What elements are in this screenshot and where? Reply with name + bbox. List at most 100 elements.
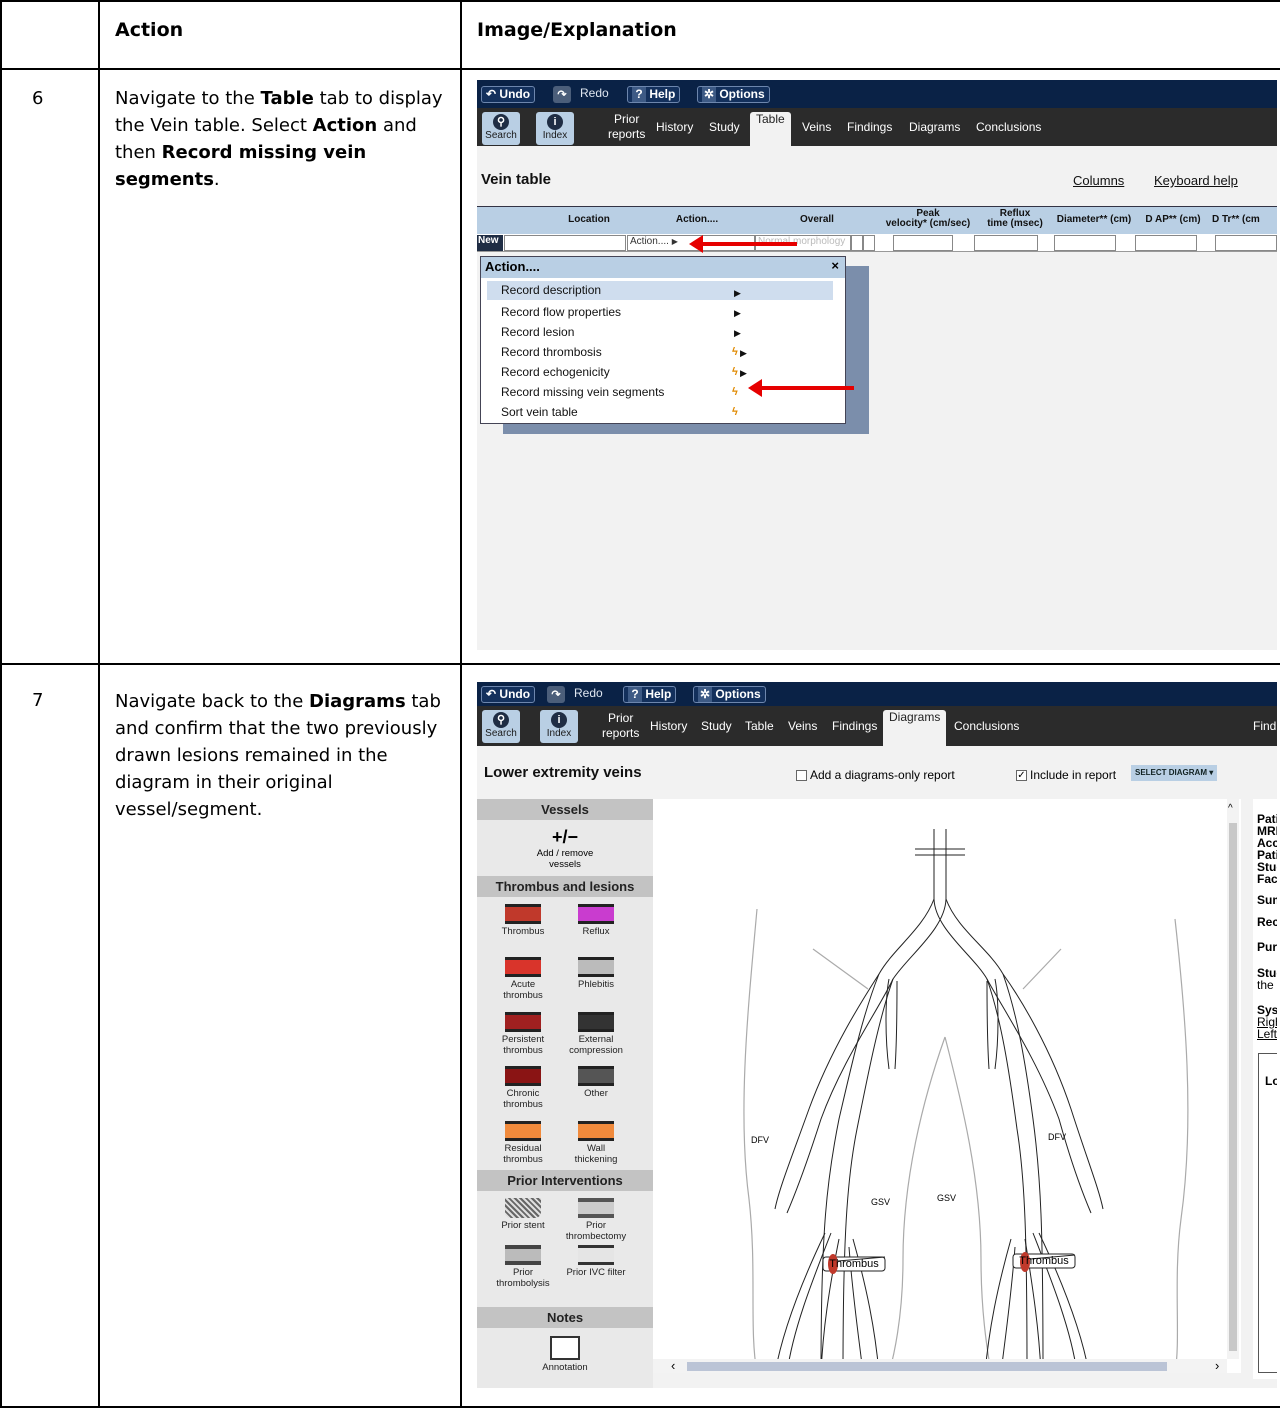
thrombectomy-icon	[578, 1198, 614, 1218]
columns-link[interactable]: Columns	[1073, 173, 1124, 188]
tab-prior-reports[interactable]: Prior reports	[602, 706, 639, 746]
location-input[interactable]	[504, 235, 626, 251]
tab-study[interactable]: Study	[701, 706, 732, 746]
tab-study[interactable]: Study	[709, 108, 740, 146]
column-header[interactable]: D AP** (cm)	[1137, 215, 1209, 225]
lesion-label[interactable]: Thrombus	[824, 1258, 884, 1270]
lesion-tool[interactable]: Residual thrombus	[486, 1121, 560, 1165]
lesion-tool[interactable]: Thrombus	[486, 904, 560, 937]
column-header[interactable]: Location	[539, 215, 639, 225]
vessel-label: DFV	[1048, 1132, 1066, 1142]
gear-icon: ✲	[702, 86, 716, 102]
tab-history[interactable]: History	[656, 108, 693, 146]
step-description: Navigate back to the Diagrams tab and co…	[115, 691, 441, 820]
menu-item-record-flow-properties[interactable]: Record flow properties	[501, 305, 621, 319]
undo-button[interactable]: ↶ Undo	[481, 685, 536, 703]
tab-diagrams[interactable]: Diagrams	[909, 108, 960, 146]
lesion-swatch-icon	[578, 957, 614, 977]
lesion-tool[interactable]: Wall thickening	[559, 1121, 633, 1165]
add-remove-vessels-label[interactable]: Add / remove vessels	[477, 848, 653, 870]
keyboard-help-link[interactable]: Keyboard help	[1154, 173, 1238, 188]
submenu-arrow-icon: ▶	[740, 348, 747, 358]
tab-table[interactable]: Table	[750, 112, 791, 146]
help-button[interactable]: ? Help	[623, 685, 677, 703]
info-icon: i	[547, 114, 563, 130]
menu-item-record-missing-vein-segments[interactable]: Record missing vein segments	[501, 385, 664, 399]
column-header[interactable]: D Tr** (cm	[1212, 215, 1277, 225]
lesion-tool[interactable]: Chronic thrombus	[486, 1066, 560, 1110]
close-icon[interactable]: ×	[831, 258, 839, 273]
column-header[interactable]: Action....	[657, 215, 737, 225]
d-tr-input[interactable]	[1215, 235, 1277, 251]
tab-findings[interactable]: Findings	[832, 706, 877, 746]
undo-button[interactable]: ↶ Undo	[481, 85, 536, 103]
chevron-up-icon[interactable]: ^	[1228, 803, 1233, 814]
tab-findings[interactable]: Findings	[847, 108, 892, 146]
tab-findings-cut[interactable]: Find	[1253, 706, 1276, 746]
undo-icon: ↶	[486, 86, 497, 101]
menu-item-record-lesion[interactable]: Record lesion	[501, 325, 574, 339]
tab-conclusions[interactable]: Conclusions	[976, 108, 1041, 146]
chevron-down-icon[interactable]	[851, 235, 863, 251]
lightning-icon: ϟ	[732, 346, 738, 358]
lesion-tool[interactable]: Acute thrombus	[486, 957, 560, 1001]
menu-item-sort-vein-table[interactable]: Sort vein table	[501, 405, 578, 419]
column-header[interactable]: Diameter** (cm)	[1049, 215, 1139, 225]
redo-button[interactable]: ↷ Redo	[553, 85, 613, 103]
scrollbar-thumb[interactable]	[1229, 823, 1237, 1351]
chevron-left-icon[interactable]: ‹	[671, 1358, 675, 1373]
peak-velocity-input[interactable]	[893, 235, 953, 251]
lesion-tool[interactable]: External compression	[559, 1012, 633, 1056]
tab-table[interactable]: Table	[745, 706, 774, 746]
tab-diagrams[interactable]: Diagrams	[883, 710, 947, 746]
tab-index[interactable]: i Index	[536, 112, 574, 145]
redo-button[interactable]: ↷ Redo	[547, 685, 607, 703]
column-header[interactable]: Reflux time (msec)	[982, 209, 1048, 229]
scrollbar-thumb[interactable]	[687, 1362, 1167, 1371]
tab-index[interactable]: i Index	[540, 710, 578, 743]
reflux-time-select[interactable]	[974, 235, 1038, 251]
tab-search[interactable]: ⚲ Search	[482, 710, 520, 743]
prior-stent-tool[interactable]: Prior stent	[486, 1198, 560, 1231]
help-button[interactable]: ? Help	[627, 85, 681, 103]
tab-bar: ⚲ Search i Index Prior reports History Stu…	[477, 108, 1277, 146]
checkbox-icon	[796, 769, 807, 781]
vertical-scrollbar[interactable]: ^	[1227, 799, 1239, 1359]
lesion-swatch-icon	[505, 904, 541, 924]
prior-thrombectomy-tool[interactable]: Prior thrombectomy	[559, 1198, 633, 1242]
lesion-tool[interactable]: Phlebitis	[559, 957, 633, 990]
tab-conclusions[interactable]: Conclusions	[954, 706, 1019, 746]
menu-item-record-echogenicity[interactable]: Record echogenicity	[501, 365, 610, 379]
enter-icon[interactable]	[863, 235, 875, 251]
tab-prior-reports[interactable]: Prior reports	[608, 108, 645, 146]
lesion-tool[interactable]: Persistent thrombus	[486, 1012, 560, 1056]
add-remove-vessels-icon[interactable]: +/−	[477, 827, 653, 848]
checkmark-icon: ✓	[1016, 769, 1027, 781]
diagrams-only-checkbox[interactable]: Add a diagrams-only report	[796, 768, 955, 782]
prior-ivc-filter-tool[interactable]: Prior IVC filter	[559, 1245, 633, 1278]
horizontal-scrollbar[interactable]: ‹ ›	[653, 1358, 1227, 1373]
chevron-right-icon[interactable]: ›	[1215, 1358, 1219, 1373]
menu-item-record-description[interactable]: Record description	[487, 281, 833, 300]
options-button[interactable]: ✲ Options	[697, 85, 770, 103]
options-button[interactable]: ✲ Options	[693, 685, 766, 703]
lesion-label[interactable]: Thrombus	[1014, 1255, 1074, 1267]
ivc-filter-icon	[578, 1245, 614, 1265]
lesion-tool[interactable]: Reflux	[559, 904, 633, 937]
d-ap-input[interactable]	[1135, 235, 1197, 251]
column-header[interactable]: Peak velocity* (cm/sec)	[869, 209, 987, 229]
include-in-report-checkbox[interactable]: ✓ Include in report	[1016, 768, 1116, 782]
chevron-right-icon: ▶	[671, 237, 678, 246]
vein-table-header: Location Action.... Overall Peak velocit…	[477, 206, 1277, 234]
tab-veins[interactable]: Veins	[788, 706, 817, 746]
column-header[interactable]: Overall	[777, 215, 857, 225]
tab-history[interactable]: History	[650, 706, 687, 746]
annotation-tool[interactable]: Annotation	[528, 1336, 602, 1373]
menu-item-record-thrombosis[interactable]: Record thrombosis	[501, 345, 602, 359]
tab-search[interactable]: ⚲ Search	[482, 112, 520, 145]
tab-veins[interactable]: Veins	[802, 108, 831, 146]
prior-thrombolysis-tool[interactable]: Prior thrombolysis	[486, 1245, 560, 1289]
select-diagram-button[interactable]: SELECT DIAGRAM ▾	[1131, 765, 1218, 781]
diameter-input[interactable]	[1054, 235, 1116, 251]
lesion-tool[interactable]: Other	[559, 1066, 633, 1099]
